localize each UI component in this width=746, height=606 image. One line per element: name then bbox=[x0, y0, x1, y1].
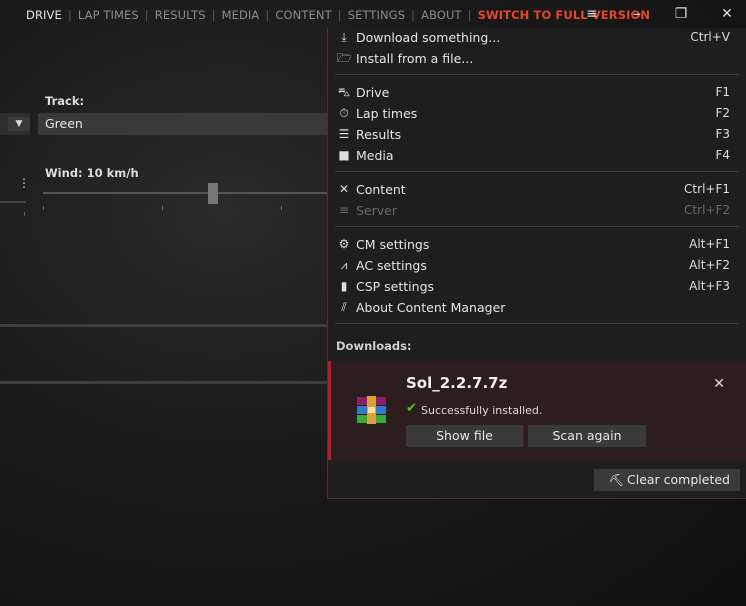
menu-item-label: Install from a file... bbox=[356, 51, 474, 66]
checkmark-icon: ✔ bbox=[406, 401, 417, 416]
main-nav: DRIVE | LAP TIMES | RESULTS | MEDIA | CONTENT | SE… bbox=[26, 8, 651, 22]
wind-label: Wind: 10 km/h bbox=[45, 166, 139, 180]
download-title: Sol_2.2.7.7z bbox=[406, 374, 508, 392]
more-options-icon[interactable]: ⋮ bbox=[18, 176, 30, 190]
download-icon: ⤓ bbox=[341, 30, 347, 44]
switch-full-version-link[interactable]: SWITCH TO FULL VERSION bbox=[478, 8, 650, 22]
menu-item-shortcut: F4 bbox=[715, 148, 730, 162]
menu-item-csp-settings[interactable]: ▮ CSP settings Alt+F3 bbox=[328, 276, 746, 297]
slider-tick bbox=[43, 206, 44, 210]
slider-tick bbox=[281, 206, 282, 210]
maximize-icon[interactable]: ❐ bbox=[670, 4, 692, 24]
downloads-header: Downloads: bbox=[336, 339, 412, 353]
minimize-icon[interactable]: – bbox=[626, 4, 648, 24]
cm-logo-icon: ⫽ bbox=[341, 300, 347, 314]
menu-item-drive[interactable]: ⛍ Drive F1 bbox=[328, 82, 746, 103]
menu-item-shortcut: F3 bbox=[715, 127, 730, 141]
slider-tick bbox=[24, 212, 25, 216]
track-select[interactable]: Green bbox=[38, 113, 338, 135]
menu-item-shortcut: Ctrl+F1 bbox=[684, 182, 730, 196]
nav-lap-times[interactable]: LAP TIMES bbox=[78, 8, 139, 22]
track-value: Green bbox=[45, 116, 83, 131]
menu-item-lap-times[interactable]: ⏱ Lap times F2 bbox=[328, 103, 746, 124]
server-icon: ≡ bbox=[338, 203, 350, 217]
menu-item-shortcut: Ctrl+F2 bbox=[684, 203, 730, 217]
nav-settings[interactable]: SETTINGS bbox=[348, 8, 405, 22]
clear-completed-label: Clear completed bbox=[627, 472, 730, 487]
menu-item-install[interactable]: 🗁 Install from a file... bbox=[328, 48, 746, 69]
menu-item-label: About Content Manager bbox=[356, 300, 506, 315]
gear-icon: ⚙ bbox=[338, 237, 350, 251]
chevron-down-icon[interactable]: ▼ bbox=[8, 117, 30, 131]
close-window-icon[interactable]: ✕ bbox=[716, 4, 738, 24]
divider bbox=[0, 324, 330, 327]
hamburger-menu-icon[interactable]: ≡ bbox=[581, 4, 603, 24]
menu-item-label: Results bbox=[356, 127, 402, 142]
menu-item-label: Media bbox=[356, 148, 394, 163]
menu-item-shortcut: Alt+F3 bbox=[689, 279, 730, 293]
menu-item-label: Lap times bbox=[356, 106, 418, 121]
menu-item-content[interactable]: ✕ Content Ctrl+F1 bbox=[328, 179, 746, 200]
menu-item-label: CSP settings bbox=[356, 279, 435, 294]
stopwatch-icon: ⏱ bbox=[339, 106, 349, 120]
menu-item-shortcut: Ctrl+V bbox=[690, 30, 730, 44]
menu-separator bbox=[335, 323, 739, 324]
divider bbox=[0, 381, 330, 384]
top-bar: DRIVE | LAP TIMES | RESULTS | MEDIA | CONTENT | SE… bbox=[0, 0, 746, 28]
menu-item-label: AC settings bbox=[356, 258, 427, 273]
nav-results[interactable]: RESULTS bbox=[155, 8, 206, 22]
clear-completed-button[interactable]: ⛏ Clear completed bbox=[594, 469, 740, 491]
nav-drive[interactable]: DRIVE bbox=[26, 8, 62, 22]
download-status: Successfully installed. bbox=[421, 404, 543, 417]
download-card: Sol_2.2.7.7z ✔ Successfully installed. ✕… bbox=[328, 361, 746, 460]
menu-item-label: Download something... bbox=[356, 30, 501, 45]
menu-item-download[interactable]: ⤓ Download something... Ctrl+V bbox=[328, 27, 746, 48]
menu-separator bbox=[335, 226, 739, 227]
menu-item-label: CM settings bbox=[356, 237, 430, 252]
main-menu-popup: ⤓ Download something... Ctrl+V 🗁 Install… bbox=[327, 28, 746, 499]
track-label: Track: bbox=[45, 94, 85, 108]
folder-icon: 🗁 bbox=[337, 51, 352, 65]
slider-tick bbox=[162, 206, 163, 210]
menu-separator bbox=[335, 171, 739, 172]
close-icon[interactable]: ✕ bbox=[713, 376, 725, 392]
tools-icon: ✕ bbox=[338, 182, 350, 196]
car-icon: ⛍ bbox=[337, 85, 351, 99]
menu-item-label: Drive bbox=[356, 85, 390, 100]
menu-item-cm-settings[interactable]: ⚙ CM settings Alt+F1 bbox=[328, 234, 746, 255]
menu-item-shortcut: F2 bbox=[715, 106, 730, 120]
menu-item-shortcut: Alt+F1 bbox=[689, 237, 730, 251]
menu-item-shortcut: Alt+F2 bbox=[689, 258, 730, 272]
archive-icon bbox=[355, 395, 388, 425]
menu-item-shortcut: F1 bbox=[715, 85, 730, 99]
nav-content[interactable]: CONTENT bbox=[275, 8, 331, 22]
menu-item-label: Server bbox=[356, 203, 397, 218]
menu-separator bbox=[335, 74, 739, 75]
divider bbox=[0, 201, 26, 203]
scan-again-button[interactable]: Scan again bbox=[528, 425, 646, 447]
wind-slider-track[interactable] bbox=[43, 192, 333, 194]
wind-slider-thumb[interactable] bbox=[208, 183, 218, 204]
camera-icon: ■ bbox=[338, 148, 350, 162]
ac-logo-icon: ⩘ bbox=[340, 258, 348, 272]
bookmark-icon: ▮ bbox=[340, 279, 348, 293]
broom-icon: ⛏ bbox=[609, 473, 625, 487]
menu-item-media[interactable]: ■ Media F4 bbox=[328, 145, 746, 166]
nav-about[interactable]: ABOUT bbox=[421, 8, 462, 22]
show-file-button[interactable]: Show file bbox=[406, 425, 523, 447]
menu-item-ac-settings[interactable]: ⩘ AC settings Alt+F2 bbox=[328, 255, 746, 276]
menu-item-label: Content bbox=[356, 182, 406, 197]
menu-item-results[interactable]: ☰ Results F3 bbox=[328, 124, 746, 145]
menu-item-about[interactable]: ⫽ About Content Manager bbox=[328, 297, 746, 318]
menu-item-server: ≡ Server Ctrl+F2 bbox=[328, 200, 746, 221]
nav-media[interactable]: MEDIA bbox=[222, 8, 260, 22]
list-icon: ☰ bbox=[338, 127, 350, 141]
